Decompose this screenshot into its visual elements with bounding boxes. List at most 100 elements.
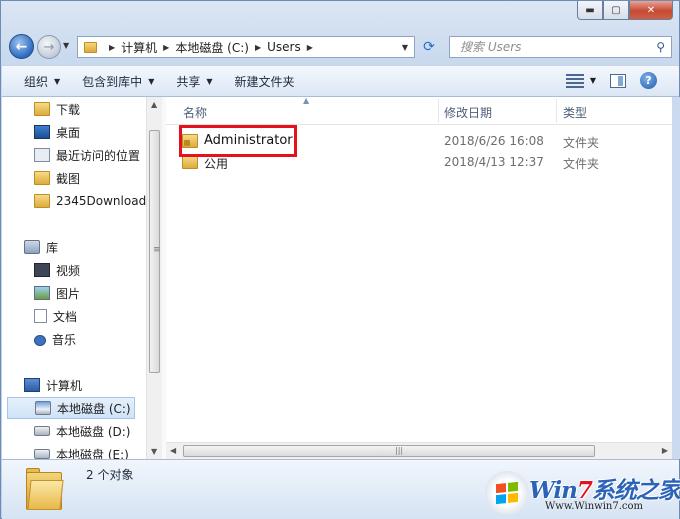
address-dropdown[interactable]: ▼ bbox=[402, 43, 408, 52]
breadcrumb-drive-c[interactable]: 本地磁盘 (C:) bbox=[175, 39, 249, 56]
nav-item-videos[interactable]: 视频 bbox=[34, 259, 80, 281]
address-bar[interactable]: ▶ 计算机 ▶ 本地磁盘 (C:) ▶ Users ▶ ▼ bbox=[77, 36, 415, 58]
drive-icon bbox=[34, 449, 50, 459]
chevron-right-icon[interactable]: ▶ bbox=[255, 43, 261, 52]
search-box[interactable]: ⚲ bbox=[449, 36, 672, 58]
nav-label: 音乐 bbox=[52, 332, 77, 347]
nav-item-drive-c[interactable]: 本地磁盘 (C:) bbox=[7, 397, 135, 419]
music-icon bbox=[34, 335, 46, 346]
column-type[interactable]: 类型 bbox=[563, 104, 587, 121]
folder-icon bbox=[26, 466, 64, 510]
minimize-button[interactable]: ▬ bbox=[577, 1, 603, 20]
command-bar: 组织 ▼ 包含到库中 ▼ 共享 ▼ 新建文件夹 ▼ ? bbox=[2, 65, 679, 97]
column-header: ▲ 名称 修改日期 类型 bbox=[166, 96, 672, 125]
nav-label: 本地磁盘 (E:) bbox=[56, 447, 129, 460]
arrow-right-icon: → bbox=[43, 39, 55, 55]
horizontal-scrollbar[interactable]: ◀ ||| ▶ bbox=[166, 442, 672, 459]
desktop-icon bbox=[34, 125, 50, 139]
nav-label: 文档 bbox=[53, 309, 78, 324]
scroll-thumb[interactable]: ||| bbox=[183, 445, 595, 457]
nav-pane-scrollbar[interactable]: ▲ ≡ ▼ bbox=[146, 97, 162, 459]
new-folder-button[interactable]: 新建文件夹 bbox=[235, 73, 295, 90]
maximize-button[interactable]: ▢ bbox=[603, 1, 629, 20]
windows-logo-icon bbox=[485, 471, 529, 515]
chevron-right-icon[interactable]: ▶ bbox=[307, 43, 313, 52]
folder-icon bbox=[34, 194, 50, 208]
breadcrumb-computer[interactable]: 计算机 bbox=[121, 39, 157, 56]
chevron-right-icon[interactable]: ▶ bbox=[109, 43, 115, 52]
explorer-window: ▬ ▢ ✕ ← → ▼ ▶ 计算机 ▶ 本地磁盘 (C:) ▶ Users ▶ … bbox=[0, 0, 680, 519]
share-button[interactable]: 共享 ▼ bbox=[176, 73, 212, 90]
preview-pane-icon[interactable] bbox=[610, 73, 626, 88]
object-count: 2 个对象 bbox=[86, 468, 134, 482]
scroll-thumb[interactable]: ≡ bbox=[149, 130, 160, 373]
column-name[interactable]: 名称 bbox=[183, 104, 207, 121]
include-in-library-label: 包含到库中 bbox=[82, 74, 143, 89]
drive-icon bbox=[34, 426, 50, 436]
watermark-logo: Win7系统之家 Www.Winwin7.com bbox=[485, 469, 680, 517]
scroll-left-icon[interactable]: ◀ bbox=[170, 446, 176, 455]
file-date: 2018/4/13 12:37 bbox=[444, 155, 544, 169]
new-folder-label: 新建文件夹 bbox=[234, 74, 295, 89]
nav-item-computer[interactable]: 计算机 bbox=[24, 374, 82, 396]
file-name: 公用 bbox=[204, 157, 229, 171]
recent-pages-dropdown[interactable]: ▼ bbox=[63, 41, 69, 50]
search-input[interactable] bbox=[458, 39, 642, 55]
nav-item-downloads[interactable]: 下载 bbox=[34, 98, 80, 120]
nav-item-recent-places[interactable]: 最近访问的位置 bbox=[34, 144, 140, 166]
highlight-annotation bbox=[179, 125, 297, 157]
system-drive-icon bbox=[35, 401, 51, 415]
navigation-pane: 下载 桌面 最近访问的位置 截图 2345Downloads 库 视频 图片 文… bbox=[2, 97, 162, 459]
help-icon[interactable]: ? bbox=[640, 72, 657, 89]
nav-item-2345downloads[interactable]: 2345Downloads bbox=[34, 190, 152, 212]
file-type: 文件夹 bbox=[563, 136, 600, 150]
column-date[interactable]: 修改日期 bbox=[444, 104, 492, 121]
folder-icon bbox=[34, 102, 50, 116]
chevron-right-icon[interactable]: ▶ bbox=[163, 43, 169, 52]
nav-label: 桌面 bbox=[56, 125, 81, 140]
file-type: 文件夹 bbox=[563, 157, 600, 171]
chevron-down-icon: ▼ bbox=[54, 76, 61, 86]
nav-item-screenshots[interactable]: 截图 bbox=[34, 167, 80, 189]
nav-item-drive-e[interactable]: 本地磁盘 (E:) bbox=[34, 443, 129, 459]
breadcrumb-users[interactable]: Users bbox=[267, 40, 301, 54]
nav-label: 最近访问的位置 bbox=[56, 148, 141, 163]
nav-item-pictures[interactable]: 图片 bbox=[34, 282, 80, 304]
nav-item-documents[interactable]: 文档 bbox=[34, 305, 77, 327]
refresh-icon[interactable]: ⟳ bbox=[418, 36, 440, 58]
window-frame-edge bbox=[672, 97, 680, 459]
nav-item-drive-d[interactable]: 本地磁盘 (D:) bbox=[34, 420, 130, 442]
include-in-library-button[interactable]: 包含到库中 ▼ bbox=[82, 73, 154, 90]
nav-label: 本地磁盘 (D:) bbox=[56, 424, 131, 439]
computer-icon bbox=[24, 378, 40, 392]
watermark-brand: Win7系统之家 bbox=[529, 477, 680, 504]
nav-label: 图片 bbox=[56, 286, 81, 301]
back-button[interactable]: ← bbox=[9, 34, 34, 59]
chevron-down-icon: ▼ bbox=[206, 76, 213, 86]
scroll-right-icon[interactable]: ▶ bbox=[662, 446, 668, 455]
grip-icon: ≡ bbox=[153, 245, 160, 255]
caption-buttons: ▬ ▢ ✕ bbox=[577, 1, 673, 21]
sort-ascending-icon: ▲ bbox=[303, 96, 310, 105]
organize-button[interactable]: 组织 ▼ bbox=[24, 73, 60, 90]
search-icon[interactable]: ⚲ bbox=[656, 40, 665, 54]
organize-label: 组织 bbox=[24, 74, 49, 89]
forward-button[interactable]: → bbox=[37, 35, 61, 59]
folder-icon bbox=[34, 171, 50, 185]
scroll-down-icon[interactable]: ▼ bbox=[151, 447, 157, 456]
nav-item-libraries[interactable]: 库 bbox=[24, 236, 58, 258]
nav-item-music[interactable]: 音乐 bbox=[34, 328, 76, 350]
grip-icon: ||| bbox=[395, 446, 404, 455]
chevron-down-icon: ▼ bbox=[589, 76, 596, 85]
document-icon bbox=[34, 309, 47, 323]
view-options-button[interactable]: ▼ bbox=[565, 73, 596, 88]
folder-icon bbox=[182, 155, 198, 169]
library-icon bbox=[24, 240, 40, 254]
folder-icon bbox=[84, 41, 97, 53]
nav-label: 截图 bbox=[56, 171, 81, 186]
scroll-up-icon[interactable]: ▲ bbox=[151, 100, 157, 109]
nav-item-desktop[interactable]: 桌面 bbox=[34, 121, 80, 143]
close-button[interactable]: ✕ bbox=[629, 1, 673, 20]
nav-label: 2345Downloads bbox=[56, 194, 153, 208]
image-icon bbox=[34, 286, 50, 300]
